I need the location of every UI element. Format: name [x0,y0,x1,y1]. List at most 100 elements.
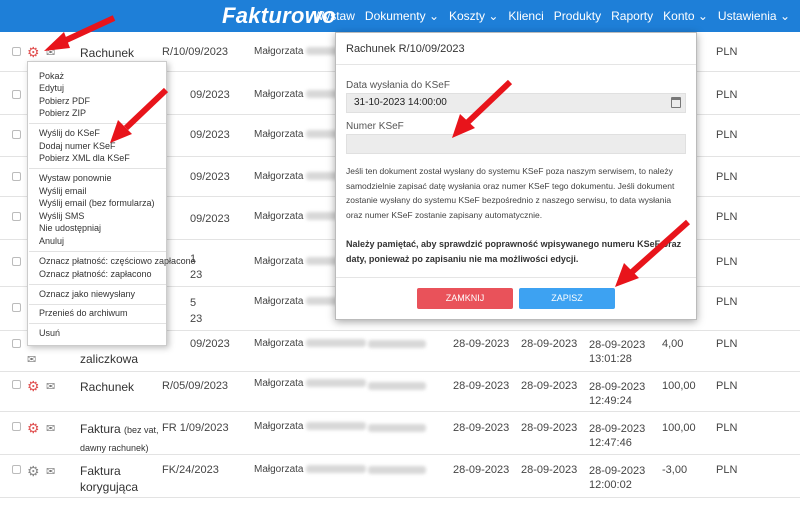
doc-created: 28-09-2023 12:00:02 [589,465,646,491]
row-checkbox[interactable] [12,257,21,266]
top-navbar: Fakturowo Wystaw Dokumenty ⌄ Koszty ⌄ Kl… [0,0,800,32]
menu-divider [29,123,166,124]
row-checkbox[interactable] [12,303,21,312]
row-checkbox[interactable] [12,380,21,389]
calendar-icon[interactable] [671,97,681,108]
doc-currency: PLN [716,211,738,223]
close-button[interactable]: ZAMKNIJ [417,288,513,309]
dialog-warning-text: Należy pamiętać, aby sprawdzić poprawnoś… [346,239,682,264]
gear-icon[interactable]: ⚙ [27,464,40,478]
doc-sale-date: 28-09-2023 [521,380,578,392]
doc-client: Małgorzata [254,464,367,475]
ksef-number-dialog: Rachunek R/10/09/2023 Data wysłania do K… [335,32,697,320]
row-checkbox[interactable] [12,172,21,181]
nav-dokumenty[interactable]: Dokumenty ⌄ [365,9,439,23]
doc-number: FK/24/2023 [162,464,219,476]
doc-number: 09/2023 [190,213,230,225]
nav-wystaw[interactable]: Wystaw [313,9,355,23]
gear-icon[interactable]: ⚙ [27,379,40,393]
row-checkbox[interactable] [12,465,21,474]
doc-currency: PLN [716,256,738,268]
nav-koszty[interactable]: Koszty ⌄ [449,9,498,23]
nav-produkty[interactable]: Produkty [554,9,601,23]
menu-download-zip[interactable]: Pobierz ZIP [39,108,86,118]
gear-icon[interactable]: ⚙ [27,45,40,59]
menu-send-ksef[interactable]: Wyślij do KSeF [39,128,100,138]
table-row[interactable]: ⚙ ✉ Rachunek R/05/09/2023 Małgorzata 28-… [0,372,800,412]
menu-archive[interactable]: Przenieś do archiwum [39,308,128,318]
menu-reissue[interactable]: Wystaw ponownie [39,173,111,183]
doc-number: 09/2023 [190,338,230,350]
doc-nip-redacted [368,424,426,432]
menu-divider [29,304,166,305]
envelope-icon[interactable]: ✉ [27,353,36,366]
doc-number: FR 1/09/2023 [162,422,229,434]
doc-created: 28-09-2023 12:47:46 [589,423,646,449]
doc-created: 28-09-2023 13:01:28 [589,339,646,365]
nav-konto[interactable]: Konto ⌄ [663,9,708,23]
menu-send-email[interactable]: Wyślij email [39,186,86,196]
save-button[interactable]: ZAPISZ [519,288,615,309]
envelope-icon[interactable]: ✉ [46,380,55,393]
doc-issue-date: 28-09-2023 [453,338,510,350]
menu-send-email-noform[interactable]: Wyślij email (bez formularza) [39,198,154,208]
doc-issue-date: 28-09-2023 [453,380,510,392]
envelope-icon[interactable]: ✉ [46,465,55,478]
doc-client: Małgorzata [254,421,367,432]
doc-currency: PLN [716,422,738,434]
row-checkbox[interactable] [12,47,21,56]
row-checkbox[interactable] [12,130,21,139]
doc-number: 09/2023 [190,129,230,141]
doc-currency: PLN [716,380,738,392]
doc-nip-redacted [368,382,426,390]
table-row[interactable]: ⚙ ✉ Faktura korygująca FK/24/2023 Małgorz… [0,455,800,498]
doc-nip-redacted [368,466,426,474]
doc-currency: PLN [716,296,738,308]
doc-type: Faktura (bez vat, dawny rachunek) [80,422,159,453]
menu-unshare[interactable]: Nie udostępniaj [39,223,101,233]
envelope-icon[interactable]: ✉ [46,46,55,59]
row-checkbox[interactable] [12,90,21,99]
dialog-title: Rachunek R/10/09/2023 [346,43,465,55]
menu-divider [29,168,166,169]
menu-divider [29,284,166,285]
nav-raporty[interactable]: Raporty [611,9,653,23]
ksef-date-input[interactable]: 31-10-2023 14:00:00 [346,93,686,113]
ksef-date-label: Data wysłania do KSeF [346,80,450,91]
menu-edit[interactable]: Edytuj [39,83,64,93]
gear-icon[interactable]: ⚙ [27,421,40,435]
doc-number: 09/2023 [190,171,230,183]
doc-type: Rachunek [80,46,135,60]
menu-download-ksef-xml[interactable]: Pobierz XML dla KSeF [39,153,130,163]
menu-show[interactable]: Pokaż [39,71,64,81]
doc-sale-date: 28-09-2023 [521,338,578,350]
doc-currency: PLN [716,338,738,350]
nav-ustawienia[interactable]: Ustawienia ⌄ [718,9,790,23]
menu-mark-partially-paid[interactable]: Oznacz płatność: częściowo zapłacono [39,256,196,266]
row-checkbox[interactable] [12,212,21,221]
menu-download-pdf[interactable]: Pobierz PDF [39,96,90,106]
doc-type: Faktura korygująca [80,464,139,494]
doc-sale-date: 28-09-2023 [521,422,578,434]
row-checkbox[interactable] [12,339,21,348]
table-row[interactable]: ⚙ ✉ Faktura (bez vat, dawny rachunek) FR … [0,412,800,455]
menu-send-sms[interactable]: Wyślij SMS [39,211,84,221]
doc-currency: PLN [716,46,738,58]
doc-number: R/10/09/2023 [162,46,229,58]
menu-delete[interactable]: Usuń [39,328,60,338]
doc-number: 09/2023 [190,89,230,101]
ksef-number-input[interactable] [346,134,686,154]
menu-mark-unsent[interactable]: Oznacz jako niewysłany [39,289,135,299]
row-checkbox[interactable] [12,422,21,431]
doc-issue-date: 28-09-2023 [453,464,510,476]
menu-add-ksef-number[interactable]: Dodaj numer KSeF [39,141,116,151]
dialog-divider [336,277,696,278]
menu-divider [29,323,166,324]
menu-cancel[interactable]: Anuluj [39,236,64,246]
doc-currency: PLN [716,464,738,476]
nav-klienci[interactable]: Klienci [508,9,543,23]
doc-number: 5 23 [190,297,203,325]
doc-amount: 100,00 [662,422,696,434]
envelope-icon[interactable]: ✉ [46,422,55,435]
menu-mark-paid[interactable]: Oznacz płatność: zapłacono [39,269,152,279]
